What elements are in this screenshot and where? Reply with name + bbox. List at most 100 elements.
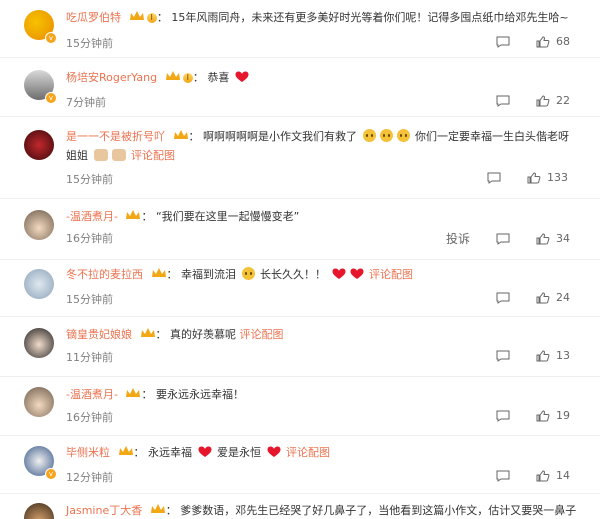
cry-emoji-icon: [396, 129, 410, 142]
comment-item: 是一一不是被折号吖 ： 啊啊啊啊啊是小作文我们有救了 你们一定要幸福一生白头偕老…: [0, 117, 600, 199]
like-thumb-icon: [536, 94, 550, 106]
like-button[interactable]: 22: [536, 94, 570, 107]
comment-text: 永远幸福: [148, 446, 192, 459]
comment-icon[interactable]: [496, 410, 510, 422]
comment-item: v 杨培安RogerYang Ⅰ： 恭喜 7分钟前 22: [0, 58, 600, 117]
commenter-name[interactable]: -温酒煮月-: [66, 388, 118, 401]
like-count: 14: [556, 469, 570, 482]
comment-text: 恭喜: [207, 71, 230, 84]
comment-time: 7分钟前: [66, 96, 106, 109]
comment-text: 爹爹数语，邓先生已经哭了好几鼻子了，当他看到这篇小作文，估计又要哭一鼻子: [180, 504, 577, 517]
avatar[interactable]: [24, 503, 54, 519]
comment-text: 真的好羡慕呢: [170, 328, 236, 341]
avatar[interactable]: [24, 387, 54, 417]
like-thumb-icon: [536, 349, 550, 361]
like-thumb-icon: [536, 291, 550, 303]
verified-badge-icon: v: [45, 468, 57, 480]
comment-text: 要永远永远幸福！: [155, 388, 244, 401]
red-heart-icon: [332, 268, 345, 279]
comment-text-cont: 长长久久！！: [260, 268, 326, 281]
crown-icon: [151, 268, 166, 277]
comment-text-cont: 姐姐: [66, 149, 88, 162]
level-badge: Ⅰ: [182, 73, 193, 83]
commenter-name[interactable]: 吃瓜罗伯特: [66, 11, 121, 24]
like-count: 133: [547, 171, 568, 184]
comment-item: 冬不拉的麦拉西 ： 幸福到流泪 长长久久！！ 评论配图 15分钟前 24: [0, 260, 600, 317]
like-count: 19: [556, 409, 570, 422]
like-count: 68: [556, 35, 570, 48]
comment-item: v 吃瓜罗伯特 Ⅰ： 15年风雨同舟，未来还有更多美好时光等着你们呢！记得多囤点…: [0, 0, 600, 58]
crown-icon: [150, 504, 165, 513]
like-button[interactable]: 24: [536, 291, 570, 304]
image-thumbnail[interactable]: [111, 149, 126, 161]
like-button[interactable]: 14: [536, 469, 570, 482]
cry-emoji-icon: [379, 129, 393, 142]
crown-icon: [118, 446, 133, 455]
avatar[interactable]: [24, 328, 54, 358]
crown-icon: [129, 11, 144, 20]
cry-emoji-icon: [241, 267, 255, 280]
commenter-name[interactable]: -温酒煮月-: [66, 210, 118, 223]
commenter-name[interactable]: 毕侧米粒: [66, 446, 110, 459]
comment-item: -温酒煮月- ： “我们要在这里一起慢慢变老” 16分钟前 投诉 34: [0, 199, 600, 260]
image-link[interactable]: 评论配图: [131, 149, 175, 162]
report-button[interactable]: 投诉: [446, 230, 470, 247]
comment-icon[interactable]: [496, 36, 510, 48]
like-thumb-icon: [536, 409, 550, 421]
like-count: 24: [556, 291, 570, 304]
avatar[interactable]: [24, 130, 54, 160]
comment-icon[interactable]: [496, 292, 510, 304]
level-badge: Ⅰ: [146, 13, 157, 23]
crown-icon: [126, 210, 141, 219]
like-button[interactable]: 19: [536, 409, 570, 422]
commenter-name[interactable]: 杨培安RogerYang: [66, 71, 157, 84]
red-heart-icon: [235, 71, 249, 82]
comment-text: “我们要在这里一起慢慢变老”: [155, 210, 300, 223]
crown-icon: [165, 71, 180, 80]
comment-text-cont: 你们一定要幸福一生白头偕老呀: [415, 130, 569, 143]
like-button[interactable]: 68: [536, 35, 570, 48]
verified-badge-icon: v: [45, 92, 57, 104]
comment-time: 16分钟前: [66, 232, 113, 245]
comment-item: Jasmine丁大香 ： 爹爹数语，邓先生已经哭了好几鼻子了，当他看到这篇小作文…: [0, 494, 600, 519]
comment-time: 12分钟前: [66, 471, 113, 484]
image-link[interactable]: 评论配图: [240, 328, 284, 341]
crown-icon: [140, 328, 155, 337]
like-count: 22: [556, 94, 570, 107]
comment-icon[interactable]: [496, 95, 510, 107]
comment-time: 15分钟前: [66, 293, 113, 306]
like-thumb-icon: [536, 469, 550, 481]
like-button[interactable]: 13: [536, 349, 570, 362]
commenter-name[interactable]: 是一一不是被折号吖: [66, 130, 165, 143]
cry-emoji-icon: [362, 129, 376, 142]
comment-icon[interactable]: [496, 470, 510, 482]
like-count: 13: [556, 349, 570, 362]
comment-item: v 毕侧米粒 ： 永远幸福 爱是永恒 评论配图 12分钟前 14: [0, 436, 600, 494]
image-link[interactable]: 评论配图: [369, 268, 413, 281]
like-thumb-icon: [536, 232, 550, 244]
image-link[interactable]: 评论配图: [286, 446, 330, 459]
like-button[interactable]: 34: [536, 232, 570, 245]
commenter-name[interactable]: 冬不拉的麦拉西: [66, 268, 143, 281]
like-thumb-icon: [536, 35, 550, 47]
commenter-name[interactable]: Jasmine丁大香: [66, 504, 142, 517]
red-heart-icon: [267, 446, 280, 457]
red-heart-icon: [198, 446, 211, 457]
like-button[interactable]: 133: [527, 171, 568, 184]
commenter-name[interactable]: 镝皇贵妃娘娘: [66, 328, 132, 341]
comment-text: 15年风雨同舟，未来还有更多美好时光等着你们呢！记得多囤点纸巾给邓先生哈~: [171, 11, 569, 24]
crown-icon: [126, 388, 141, 397]
comment-time: 15分钟前: [66, 173, 113, 186]
crown-icon: [173, 130, 188, 139]
avatar[interactable]: [24, 210, 54, 240]
comment-item: -温酒煮月- ： 要永远永远幸福！ 16分钟前 19: [0, 377, 600, 436]
comment-icon[interactable]: [487, 172, 501, 184]
avatar[interactable]: [24, 269, 54, 299]
verified-badge-icon: v: [45, 32, 57, 44]
comment-icon[interactable]: [496, 350, 510, 362]
like-count: 34: [556, 232, 570, 245]
comment-text: 幸福到流泪: [181, 268, 236, 281]
comment-icon[interactable]: [496, 233, 510, 245]
comment-text-cont: 爱是永恒: [217, 446, 261, 459]
image-thumbnail[interactable]: [93, 149, 108, 161]
